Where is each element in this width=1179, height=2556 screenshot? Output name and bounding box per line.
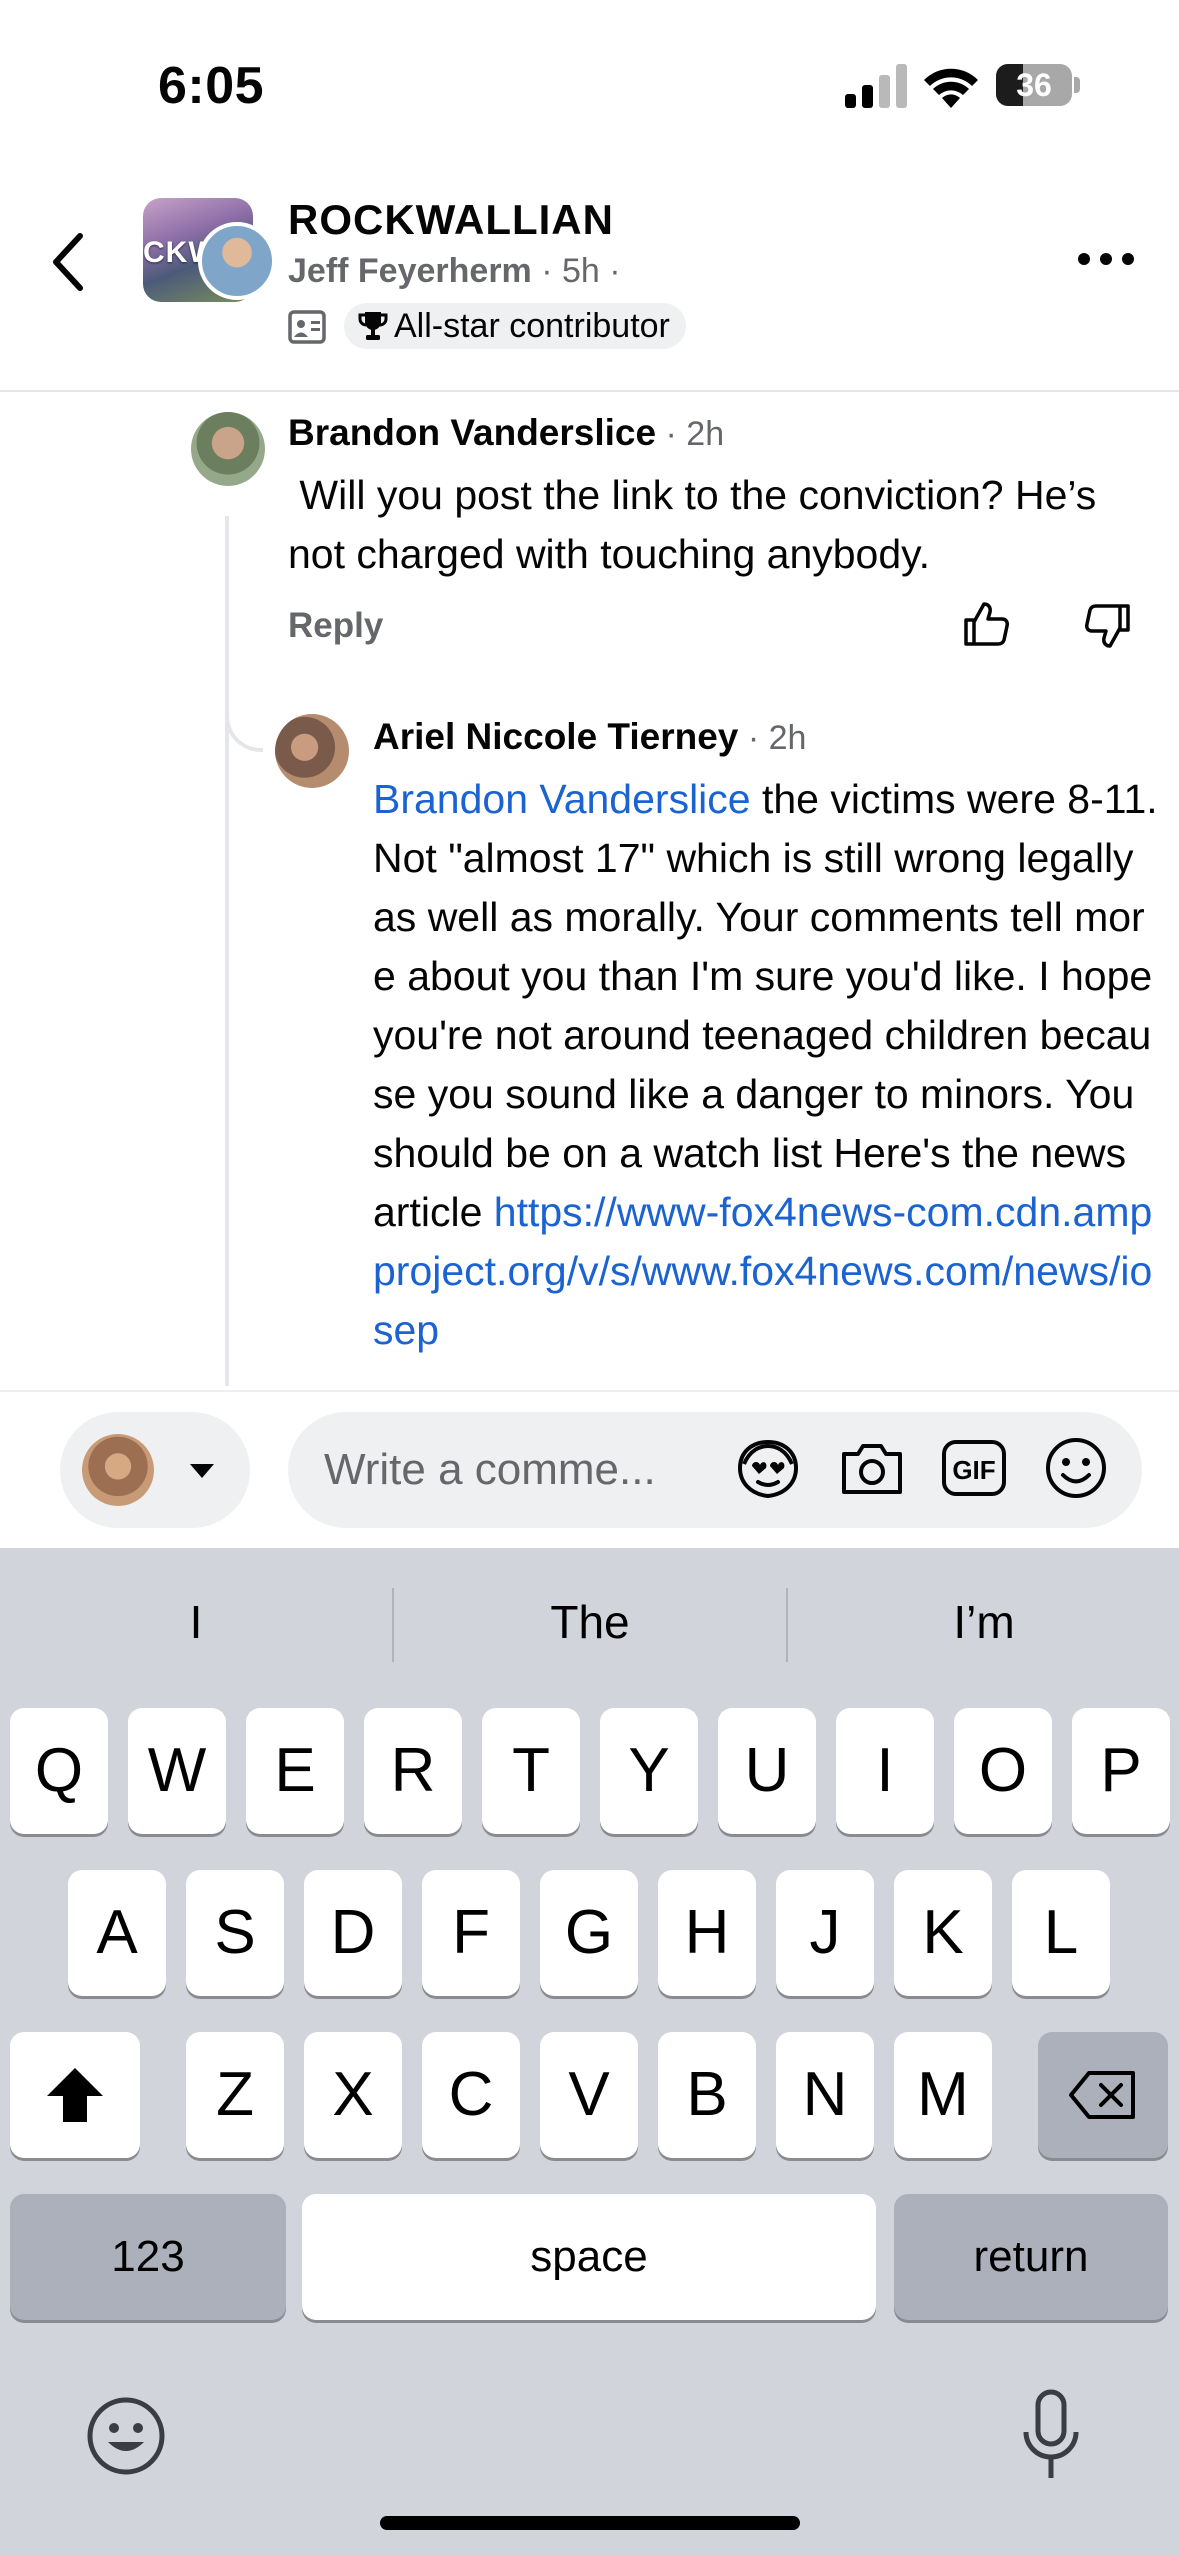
numbers-key[interactable]: 123 — [10, 2194, 286, 2320]
key-f[interactable]: F — [422, 1870, 520, 1996]
svg-text:GIF: GIF — [952, 1455, 995, 1485]
battery-level: 36 — [1016, 67, 1052, 103]
gif-icon[interactable]: GIF — [936, 1430, 1012, 1506]
downvote-icon[interactable] — [1082, 600, 1134, 652]
key-u[interactable]: U — [718, 1708, 816, 1834]
commenter-avatar[interactable] — [275, 714, 349, 788]
key-r[interactable]: R — [364, 1708, 462, 1834]
key-t[interactable]: T — [482, 1708, 580, 1834]
battery-icon: 36 — [996, 64, 1080, 106]
comment-input[interactable] — [288, 1412, 1142, 1528]
author-avatar[interactable] — [198, 222, 276, 300]
suggestion-2[interactable]: The — [394, 1574, 786, 1670]
commenter-avatar[interactable] — [191, 412, 265, 486]
key-k[interactable]: K — [894, 1870, 992, 1996]
return-key[interactable]: return — [894, 2194, 1168, 2320]
status-time: 6:05 — [158, 57, 265, 115]
key-c[interactable]: C — [422, 2032, 520, 2158]
key-o[interactable]: O — [954, 1708, 1052, 1834]
thread-connector — [225, 672, 263, 752]
post-age: 5h — [562, 252, 600, 290]
post-author[interactable]: Jeff Feyerherm — [288, 252, 532, 290]
shift-arrow-icon — [47, 2068, 103, 2122]
key-e[interactable]: E — [246, 1708, 344, 1834]
comment-author[interactable]: Ariel Niccole Tierney · 2h — [373, 716, 806, 758]
key-q[interactable]: Q — [10, 1708, 108, 1834]
user-avatar — [82, 1434, 154, 1506]
delete-key[interactable] — [1038, 2032, 1168, 2158]
key-l[interactable]: L — [1012, 1870, 1110, 1996]
emoji-keyboard-icon[interactable] — [84, 2394, 168, 2478]
comment-as-selector[interactable] — [60, 1412, 250, 1528]
comment-author[interactable]: Brandon Vanderslice · 2h — [288, 412, 724, 454]
comment-text: Brandon Vanderslice the victims were 8-1… — [373, 776, 1158, 1353]
status-bar: 6:05 36 — [0, 0, 1179, 170]
shift-key[interactable] — [10, 2032, 140, 2158]
key-g[interactable]: G — [540, 1870, 638, 1996]
chevron-down-icon — [190, 1464, 214, 1478]
back-arrow-icon[interactable] — [40, 222, 100, 302]
key-n[interactable]: N — [776, 2032, 874, 2158]
key-x[interactable]: X — [304, 2032, 402, 2158]
suggestion-3[interactable]: I’m — [788, 1574, 1179, 1670]
key-i[interactable]: I — [836, 1708, 934, 1834]
key-z[interactable]: Z — [186, 2032, 284, 2158]
key-d[interactable]: D — [304, 1870, 402, 1996]
trophy-icon — [358, 312, 388, 340]
key-m[interactable]: M — [894, 2032, 992, 2158]
emoji-icon[interactable] — [1038, 1430, 1114, 1506]
cellular-signal-icon — [845, 64, 907, 108]
avatar-sticker-icon[interactable] — [730, 1430, 806, 1506]
backspace-icon — [1069, 2071, 1135, 2119]
group-name[interactable]: ROCKWALLIAN — [288, 196, 614, 244]
space-key[interactable]: space — [302, 2194, 876, 2320]
key-p[interactable]: P — [1072, 1708, 1170, 1834]
key-w[interactable]: W — [128, 1708, 226, 1834]
post-meta: Jeff Feyerherm · 5h · — [288, 252, 621, 290]
key-j[interactable]: J — [776, 1870, 874, 1996]
thread-line — [225, 516, 229, 1386]
keyboard: I The I’m Q W E R T Y U I O P A S D F G … — [0, 1548, 1179, 2556]
badge-label: All-star contributor — [394, 306, 670, 345]
post-header: CKWA ROCKWALLIAN Jeff Feyerherm · 5h · A… — [0, 170, 1179, 392]
comment-time: 2h — [768, 719, 807, 757]
comment-composer: GIF — [0, 1390, 1179, 1548]
key-h[interactable]: H — [658, 1870, 756, 1996]
contributor-badge[interactable]: All-star contributor — [344, 303, 686, 349]
reply-button[interactable]: Reply — [288, 606, 383, 646]
key-v[interactable]: V — [540, 2032, 638, 2158]
comment-text: Will you post the link to the conviction… — [288, 472, 1108, 577]
upvote-icon[interactable] — [960, 598, 1012, 650]
key-a[interactable]: A — [68, 1870, 166, 1996]
mention-link[interactable]: Brandon Vanderslice — [373, 776, 751, 822]
camera-icon[interactable] — [834, 1430, 910, 1506]
suggestion-1[interactable]: I — [0, 1574, 392, 1670]
key-s[interactable]: S — [186, 1870, 284, 1996]
more-options-icon[interactable] — [1076, 244, 1136, 274]
home-indicator[interactable] — [380, 2516, 800, 2530]
audience-icon — [288, 310, 326, 344]
key-y[interactable]: Y — [600, 1708, 698, 1834]
wifi-icon — [924, 68, 978, 108]
predictive-bar: I The I’m — [0, 1548, 1179, 1698]
microphone-icon[interactable] — [1018, 2388, 1084, 2484]
key-b[interactable]: B — [658, 2032, 756, 2158]
comment-time: 2h — [686, 415, 725, 453]
